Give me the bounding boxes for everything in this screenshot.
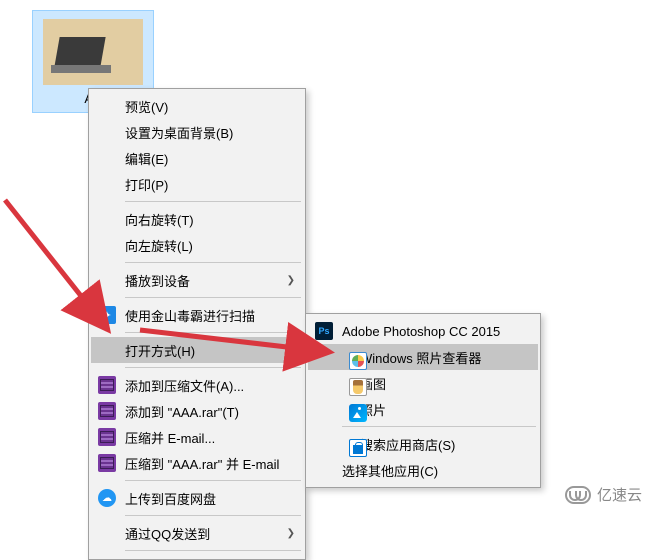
menu-rar-label: 添加到 "AAA.rar"(T) xyxy=(125,402,239,421)
menu-print[interactable]: 打印(P) xyxy=(91,171,303,197)
menu-edit-label: 编辑(E) xyxy=(125,149,168,168)
menu-rotate-left-label: 向左旋转(L) xyxy=(125,236,193,255)
menu-open-with-label: 打开方式(H) xyxy=(125,341,195,360)
submenu-paint[interactable]: 画图 xyxy=(308,370,538,396)
menu-archive-label: 添加到压缩文件(A)... xyxy=(125,376,244,395)
menu-separator xyxy=(125,332,301,333)
menu-kingsoft-scan[interactable]: ✦ 使用金山毒霸进行扫描 xyxy=(91,302,303,328)
menu-compress-email-label: 压缩并 E-mail... xyxy=(125,428,215,447)
menu-separator xyxy=(125,367,301,368)
submenu-other-label: 选择其他应用(C) xyxy=(342,461,438,480)
watermark-text: 亿速云 xyxy=(597,484,642,505)
menu-separator xyxy=(125,201,301,202)
menu-cast-to-device[interactable]: 播放到设备 ❯ xyxy=(91,267,303,293)
store-icon xyxy=(349,439,367,457)
menu-rotate-left[interactable]: 向左旋转(L) xyxy=(91,232,303,258)
kingsoft-icon: ✦ xyxy=(98,306,116,324)
winrar-icon xyxy=(98,402,116,420)
menu-set-wallpaper[interactable]: 设置为桌面背景(B) xyxy=(91,119,303,145)
menu-compress-email[interactable]: 压缩并 E-mail... xyxy=(91,424,303,450)
submenu-windows-photo-viewer[interactable]: Windows 照片查看器 xyxy=(308,344,538,370)
file-thumbnail xyxy=(43,19,143,85)
paint-icon xyxy=(349,378,367,396)
submenu-photoshop[interactable]: Ps Adobe Photoshop CC 2015 xyxy=(308,318,538,344)
menu-preview[interactable]: 预览(V) xyxy=(91,93,303,119)
submenu-search-store[interactable]: 搜索应用商店(S) xyxy=(308,431,538,457)
submenu-wpv-label: Windows 照片查看器 xyxy=(360,348,481,367)
submenu-choose-other[interactable]: 选择其他应用(C) xyxy=(308,457,538,483)
watermark-icon xyxy=(565,486,591,504)
menu-separator xyxy=(342,426,536,427)
submenu-store-label: 搜索应用商店(S) xyxy=(360,435,455,454)
photos-icon xyxy=(349,404,367,422)
menu-rotate-right[interactable]: 向右旋转(T) xyxy=(91,206,303,232)
menu-compress-rar-email[interactable]: 压缩到 "AAA.rar" 并 E-mail xyxy=(91,450,303,476)
menu-set-wallpaper-label: 设置为桌面背景(B) xyxy=(125,123,233,142)
menu-rotate-right-label: 向右旋转(T) xyxy=(125,210,194,229)
watermark: 亿速云 xyxy=(565,484,642,505)
windows-photo-viewer-icon xyxy=(349,352,367,370)
menu-preview-label: 预览(V) xyxy=(125,97,168,116)
submenu-photos[interactable]: 照片 xyxy=(308,396,538,422)
menu-qq-label: 通过QQ发送到 xyxy=(125,524,210,543)
photoshop-icon: Ps xyxy=(315,322,333,340)
menu-separator xyxy=(125,480,301,481)
menu-compress-rar-email-label: 压缩到 "AAA.rar" 并 E-mail xyxy=(125,454,279,473)
chevron-right-icon: ❯ xyxy=(287,275,295,286)
menu-separator xyxy=(125,550,301,551)
baidu-icon: ☁ xyxy=(98,489,116,507)
menu-send-via-qq[interactable]: 通过QQ发送到 ❯ xyxy=(91,520,303,546)
menu-edit[interactable]: 编辑(E) xyxy=(91,145,303,171)
menu-kingsoft-label: 使用金山毒霸进行扫描 xyxy=(125,306,255,325)
submenu-photoshop-label: Adobe Photoshop CC 2015 xyxy=(342,324,500,339)
menu-add-to-rar[interactable]: 添加到 "AAA.rar"(T) xyxy=(91,398,303,424)
chevron-right-icon: ❯ xyxy=(287,345,295,356)
menu-separator xyxy=(125,262,301,263)
menu-separator xyxy=(125,297,301,298)
menu-print-label: 打印(P) xyxy=(125,175,168,194)
menu-baidu-label: 上传到百度网盘 xyxy=(125,489,216,508)
winrar-icon xyxy=(98,428,116,446)
context-menu: 预览(V) 设置为桌面背景(B) 编辑(E) 打印(P) 向右旋转(T) 向左旋… xyxy=(88,88,306,560)
winrar-icon xyxy=(98,454,116,472)
chevron-right-icon: ❯ xyxy=(287,528,295,539)
menu-cast-label: 播放到设备 xyxy=(125,271,190,290)
menu-upload-baidu[interactable]: ☁ 上传到百度网盘 xyxy=(91,485,303,511)
menu-separator xyxy=(125,515,301,516)
winrar-icon xyxy=(98,376,116,394)
open-with-submenu: PsAdobe Photoshop CC 2015 Windows 照片查看器 … xyxy=(305,313,541,488)
menu-open-with[interactable]: 打开方式(H) ❯ xyxy=(91,337,303,363)
menu-add-to-archive[interactable]: 添加到压缩文件(A)... xyxy=(91,372,303,398)
